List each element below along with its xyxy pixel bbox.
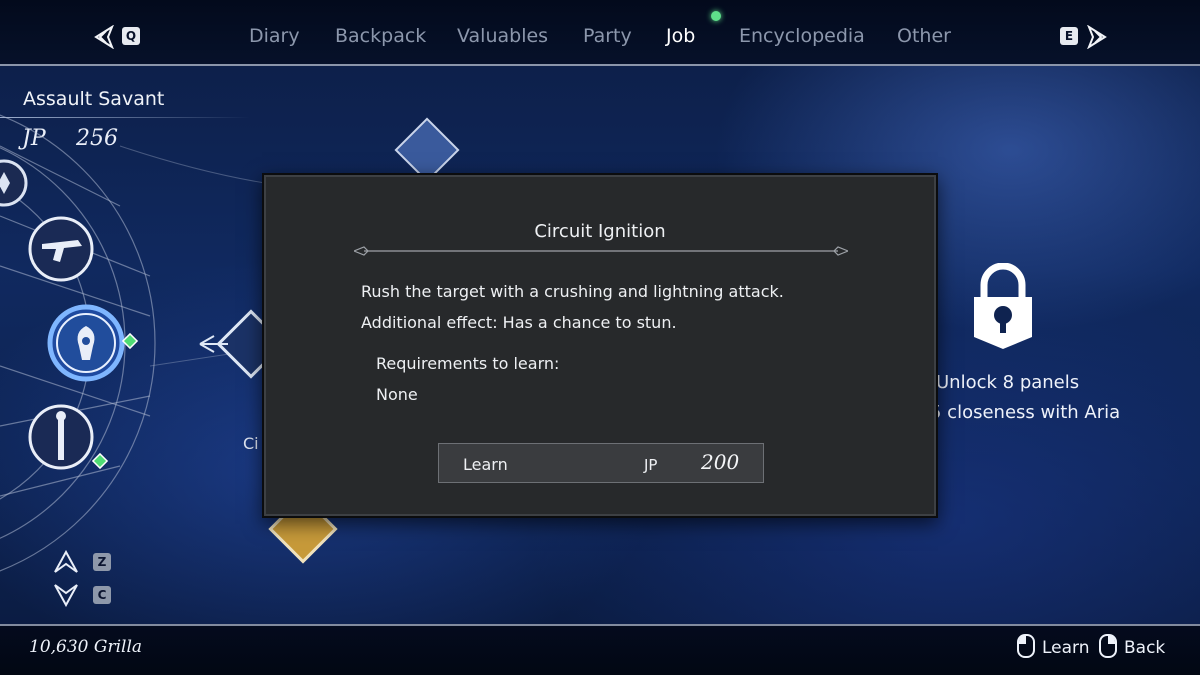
skill-node-staff[interactable] bbox=[28, 404, 94, 470]
tab-encyclopedia[interactable]: Encyclopedia bbox=[739, 25, 865, 47]
tab-party[interactable]: Party bbox=[583, 25, 632, 47]
learn-button[interactable]: Learn JP 200 bbox=[438, 443, 764, 483]
skill-detail-dialog: Circuit Ignition Rush the target with a … bbox=[262, 173, 938, 518]
skill-node-gun[interactable] bbox=[28, 216, 94, 282]
learn-cost-value: 200 bbox=[701, 450, 740, 474]
prev-tab-arrow-icon[interactable] bbox=[92, 25, 116, 49]
requirements-label: Requirements to learn: bbox=[376, 354, 560, 373]
scroll-up-key: Z bbox=[93, 553, 111, 571]
scroll-down-icon[interactable] bbox=[53, 583, 79, 607]
footer-divider bbox=[0, 624, 1200, 626]
unlock-requirement-1: Unlock 8 panels bbox=[936, 372, 1080, 393]
scroll-up-icon[interactable] bbox=[53, 550, 79, 574]
learn-cost-label: JP bbox=[644, 456, 658, 474]
skill-description-line-2: Additional effect: Has a chance to stun. bbox=[361, 313, 677, 332]
node-diamond-top bbox=[394, 117, 460, 183]
hint-back[interactable]: Back bbox=[1124, 638, 1165, 658]
hint-learn[interactable]: Learn bbox=[1042, 638, 1090, 658]
requirements-value: None bbox=[376, 385, 418, 404]
tab-backpack[interactable]: Backpack bbox=[335, 25, 426, 47]
unlock-requirement-2: 5 closeness with Aria bbox=[930, 402, 1121, 423]
active-link-gem bbox=[91, 452, 109, 470]
left-mouse-icon bbox=[1017, 634, 1035, 658]
next-tab-arrow-icon[interactable] bbox=[1085, 25, 1109, 49]
prev-tab-key: Q bbox=[122, 27, 140, 45]
tab-valuables[interactable]: Valuables bbox=[457, 25, 548, 47]
title-divider bbox=[354, 246, 848, 256]
right-mouse-icon bbox=[1099, 634, 1117, 658]
padlock-icon bbox=[974, 263, 1032, 349]
new-indicator-dot bbox=[711, 11, 721, 21]
active-link-gem bbox=[121, 332, 139, 350]
skill-description-line-1: Rush the target with a crushing and ligh… bbox=[361, 282, 784, 301]
skill-node-selected[interactable] bbox=[47, 304, 125, 382]
tab-job[interactable]: Job bbox=[666, 25, 695, 47]
tab-diary[interactable]: Diary bbox=[249, 25, 300, 47]
skill-node-crest[interactable] bbox=[0, 159, 28, 207]
skill-nodes bbox=[0, 159, 139, 470]
learn-button-label: Learn bbox=[463, 455, 508, 474]
obscured-label: Ci bbox=[243, 434, 259, 453]
next-tab-key: E bbox=[1060, 27, 1078, 45]
skill-title: Circuit Ignition bbox=[534, 221, 666, 242]
scroll-down-key: C bbox=[93, 586, 111, 604]
money-display: 10,630 Grilla bbox=[29, 637, 143, 657]
tab-other[interactable]: Other bbox=[897, 25, 951, 47]
